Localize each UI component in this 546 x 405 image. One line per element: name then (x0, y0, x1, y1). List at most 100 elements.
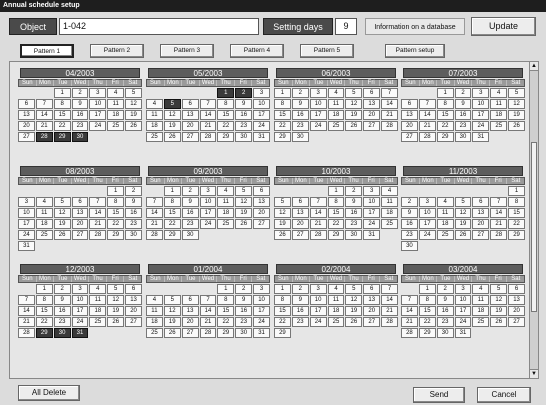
day-cell[interactable]: 1 (436, 88, 454, 98)
day-cell[interactable]: 23 (401, 230, 418, 240)
day-cell[interactable]: 1 (217, 88, 235, 98)
tab-pattern-2[interactable]: Pattern 2 (90, 44, 144, 58)
scroll-down-arrow-icon[interactable]: ▼ (530, 369, 538, 378)
day-cell[interactable]: 25 (146, 132, 163, 142)
day-cell[interactable]: 1 (163, 186, 181, 196)
object-field[interactable]: 1-042 (59, 18, 259, 35)
day-cell[interactable]: 24 (363, 219, 381, 229)
day-cell[interactable]: 7 (35, 99, 53, 109)
day-cell[interactable]: 21 (418, 121, 436, 131)
day-cell[interactable]: 3 (253, 88, 270, 98)
day-cell[interactable]: 6 (401, 99, 418, 109)
day-cell[interactable]: 10 (253, 295, 270, 305)
day-cell[interactable]: 12 (454, 208, 472, 218)
day-cell[interactable]: 15 (107, 208, 125, 218)
day-cell[interactable]: 28 (18, 328, 35, 338)
day-cell[interactable]: 8 (35, 295, 53, 305)
day-cell[interactable]: 21 (199, 121, 217, 131)
day-cell[interactable]: 29 (163, 230, 181, 240)
day-cell[interactable]: 26 (345, 317, 363, 327)
day-cell[interactable]: 23 (53, 317, 71, 327)
day-cell[interactable]: 3 (71, 284, 89, 294)
day-cell[interactable]: 8 (418, 295, 436, 305)
day-cell[interactable]: 23 (181, 219, 199, 229)
day-cell[interactable]: 28 (418, 132, 436, 142)
day-cell[interactable]: 24 (253, 317, 270, 327)
day-cell[interactable]: 14 (381, 295, 398, 305)
day-cell[interactable]: 17 (199, 208, 217, 218)
day-cell[interactable]: 18 (490, 110, 508, 120)
day-cell[interactable]: 6 (181, 295, 199, 305)
day-cell[interactable]: 9 (291, 295, 309, 305)
day-cell[interactable]: 16 (53, 306, 71, 316)
day-cell[interactable]: 5 (163, 99, 181, 109)
day-cell[interactable]: 6 (508, 284, 525, 294)
day-cell[interactable]: 30 (454, 132, 472, 142)
day-cell[interactable]: 12 (125, 99, 142, 109)
day-cell[interactable]: 19 (454, 219, 472, 229)
day-cell[interactable]: 1 (418, 284, 436, 294)
day-cell[interactable]: 20 (253, 208, 270, 218)
day-cell[interactable]: 10 (363, 197, 381, 207)
day-cell[interactable]: 30 (125, 230, 142, 240)
day-cell[interactable]: 11 (381, 197, 398, 207)
day-cell[interactable]: 28 (146, 230, 163, 240)
day-cell[interactable]: 30 (235, 328, 253, 338)
day-cell[interactable]: 1 (274, 88, 291, 98)
day-cell[interactable]: 10 (309, 99, 327, 109)
day-cell[interactable]: 13 (508, 295, 525, 305)
day-cell[interactable]: 14 (89, 208, 107, 218)
day-cell[interactable]: 19 (53, 219, 71, 229)
day-cell[interactable]: 4 (146, 295, 163, 305)
day-cell[interactable]: 13 (363, 99, 381, 109)
day-cell[interactable]: 24 (309, 121, 327, 131)
day-cell[interactable]: 21 (199, 317, 217, 327)
day-cell[interactable]: 28 (309, 230, 327, 240)
day-cell[interactable]: 21 (18, 317, 35, 327)
day-cell[interactable]: 5 (508, 88, 525, 98)
day-cell[interactable]: 25 (327, 121, 345, 131)
day-cell[interactable]: 19 (345, 306, 363, 316)
day-cell[interactable]: 3 (309, 284, 327, 294)
day-cell[interactable]: 21 (309, 219, 327, 229)
day-cell[interactable]: 8 (217, 295, 235, 305)
day-cell[interactable]: 27 (18, 132, 35, 142)
day-cell[interactable]: 29 (217, 328, 235, 338)
day-cell[interactable]: 19 (235, 208, 253, 218)
day-cell[interactable]: 22 (274, 121, 291, 131)
day-cell[interactable]: 10 (454, 295, 472, 305)
day-cell[interactable]: 24 (199, 219, 217, 229)
day-cell[interactable]: 22 (274, 317, 291, 327)
day-cell[interactable]: 16 (235, 306, 253, 316)
day-cell[interactable]: 8 (508, 197, 525, 207)
day-cell[interactable]: 17 (253, 306, 270, 316)
day-cell[interactable]: 2 (454, 88, 472, 98)
day-cell[interactable]: 23 (291, 317, 309, 327)
day-cell[interactable]: 1 (274, 284, 291, 294)
day-cell[interactable]: 12 (508, 99, 525, 109)
day-cell[interactable]: 7 (381, 284, 398, 294)
day-cell[interactable]: 28 (401, 328, 418, 338)
day-cell[interactable]: 9 (345, 197, 363, 207)
day-cell[interactable]: 8 (53, 99, 71, 109)
day-cell[interactable]: 21 (401, 317, 418, 327)
day-cell[interactable]: 20 (508, 306, 525, 316)
day-cell[interactable]: 9 (454, 99, 472, 109)
day-cell[interactable]: 31 (363, 230, 381, 240)
day-cell[interactable]: 30 (53, 328, 71, 338)
day-cell[interactable]: 14 (401, 306, 418, 316)
day-cell[interactable]: 27 (71, 230, 89, 240)
day-cell[interactable]: 12 (345, 99, 363, 109)
day-cell[interactable]: 24 (253, 121, 270, 131)
day-cell[interactable]: 5 (490, 284, 508, 294)
day-cell[interactable]: 25 (217, 219, 235, 229)
day-cell[interactable]: 10 (253, 99, 270, 109)
day-cell[interactable]: 27 (363, 121, 381, 131)
day-cell[interactable]: 4 (107, 88, 125, 98)
day-cell[interactable]: 12 (163, 110, 181, 120)
day-cell[interactable]: 14 (146, 208, 163, 218)
day-cell[interactable]: 24 (454, 317, 472, 327)
tab-pattern-1[interactable]: Pattern 1 (20, 44, 74, 58)
day-cell[interactable]: 9 (181, 197, 199, 207)
day-cell[interactable]: 12 (163, 306, 181, 316)
